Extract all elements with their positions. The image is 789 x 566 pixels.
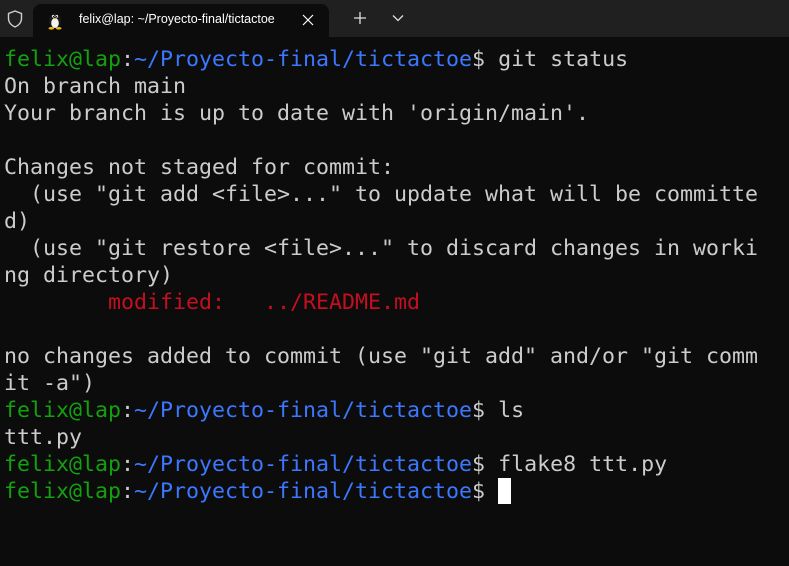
prompt-user-host: felix@lap [4,47,122,72]
output-line: ng directory) [4,263,174,288]
output-line: Changes not staged for commit: [4,155,395,180]
prompt-path: ~/Proyecto-final/tictactoe [134,479,473,504]
prompt-dollar: $ [472,398,486,423]
prompt-path: ~/Proyecto-final/tictactoe [134,47,473,72]
prompt-separator: : [121,47,135,72]
modified-label: modified: [108,290,226,315]
modified-file: ../README.md [264,290,421,315]
prompt-dollar: $ [472,452,486,477]
plus-icon[interactable] [346,6,374,30]
prompt-line: felix@lap:~/Proyecto-final/tictactoe$ [4,478,789,505]
prompt-dollar: $ [472,479,486,504]
command-text: ls [485,398,525,423]
output-line: it -a") [4,371,96,396]
tab-bar: felix@lap: ~/Proyecto-final/tictactoe [0,0,789,37]
tab-title: felix@lap: ~/Proyecto-final/tictactoe [79,12,275,26]
prompt-user-host: felix@lap [4,479,122,504]
command-text: git status [485,47,629,72]
output-line: no changes added to commit (use "git add… [4,344,759,369]
command-text: flake8 ttt.py [485,452,668,477]
prompt-path: ~/Proyecto-final/tictactoe [134,398,473,423]
close-icon[interactable] [295,8,321,32]
terminal-output[interactable]: felix@lap:~/Proyecto-final/tictactoe$ gi… [4,46,789,566]
prompt-line: felix@lap:~/Proyecto-final/tictactoe$ fl… [4,451,789,478]
chevron-down-icon[interactable] [386,6,410,30]
prompt-separator: : [121,398,135,423]
modified-file-line: modified: ../README.md [4,289,789,316]
prompt-separator: : [121,452,135,477]
prompt-path: ~/Proyecto-final/tictactoe [134,452,473,477]
output-line: (use "git add <file>..." to update what … [4,182,759,207]
terminal-tab[interactable]: felix@lap: ~/Proyecto-final/tictactoe [33,4,329,37]
output-line: d) [4,209,31,234]
prompt-separator: : [121,479,135,504]
text-cursor [498,478,512,504]
output-line: ttt.py [4,425,83,450]
prompt-user-host: felix@lap [4,452,122,477]
output-line: Your branch is up to date with 'origin/m… [4,101,590,126]
linux-tux-icon [45,10,65,30]
command-text [485,479,498,504]
output-line: (use "git restore <file>..." to discard … [4,236,759,261]
prompt-user-host: felix@lap [4,398,122,423]
prompt-line: felix@lap:~/Proyecto-final/tictactoe$ ls [4,397,789,424]
prompt-line: felix@lap:~/Proyecto-final/tictactoe$ gi… [4,46,789,73]
output-line: On branch main [4,74,187,99]
prompt-dollar: $ [472,47,486,72]
shield-icon[interactable] [0,0,30,37]
